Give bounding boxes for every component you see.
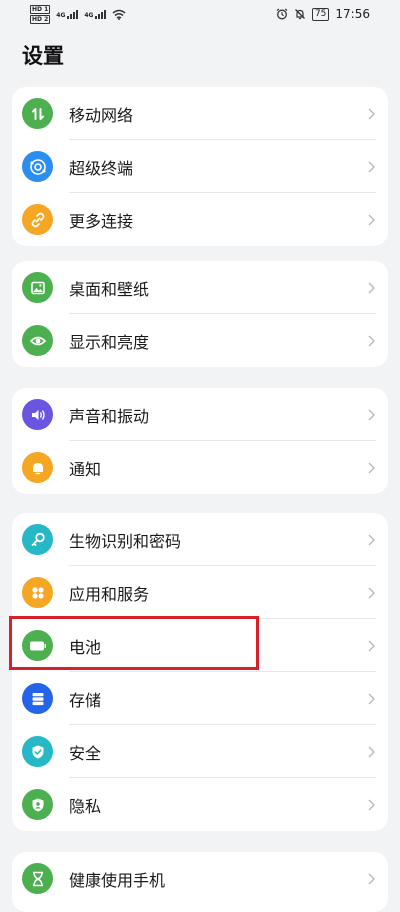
settings-item-wallpaper[interactable]: 桌面和壁纸 — [12, 261, 388, 314]
signal-bars-icon — [67, 9, 79, 19]
settings-item-notifications[interactable]: 通知 — [12, 441, 388, 494]
chevron-right-icon — [366, 672, 376, 725]
wallpaper-icon — [22, 272, 53, 303]
chevron-right-icon — [366, 619, 376, 672]
settings-item-label: 安全 — [69, 743, 102, 763]
privacy-icon — [22, 789, 53, 820]
settings-item-label: 更多连接 — [69, 211, 134, 231]
settings-group-system: 生物识别和密码 应用和服务 电池 存储 安全 隐私 — [12, 513, 388, 831]
mute-notification-icon — [294, 9, 305, 20]
signal-2: 4G — [84, 9, 107, 19]
settings-item-biometrics-password[interactable]: 生物识别和密码 — [12, 513, 388, 566]
chevron-right-icon — [366, 314, 376, 367]
chevron-right-icon — [366, 852, 376, 905]
battery-level-badge: 75 — [311, 7, 330, 21]
settings-item-storage[interactable]: 存储 — [12, 672, 388, 725]
settings-item-sound-vibration[interactable]: 声音和振动 — [12, 388, 388, 441]
signal-1: 4G — [56, 9, 79, 19]
settings-item-label: 显示和亮度 — [69, 332, 150, 352]
settings-item-more-connections[interactable]: 更多连接 — [12, 193, 388, 246]
mobile-data-icon — [22, 98, 53, 129]
chevron-right-icon — [366, 441, 376, 494]
settings-item-label: 移动网络 — [69, 105, 134, 125]
settings-item-label: 健康使用手机 — [69, 870, 166, 890]
settings-item-label: 生物识别和密码 — [69, 531, 182, 551]
chevron-right-icon — [366, 388, 376, 441]
hd1-badge: HD 1 — [30, 4, 51, 14]
wifi-icon — [113, 9, 126, 20]
settings-item-privacy[interactable]: 隐私 — [12, 778, 388, 831]
highlight-box — [9, 616, 259, 670]
settings-item-label: 应用和服务 — [69, 584, 150, 604]
settings-item-security[interactable]: 安全 — [12, 725, 388, 778]
settings-item-label: 存储 — [69, 690, 102, 710]
settings-item-apps-services[interactable]: 应用和服务 — [12, 566, 388, 619]
storage-icon — [22, 683, 53, 714]
settings-item-label: 桌面和壁纸 — [69, 279, 150, 299]
chevron-right-icon — [366, 87, 376, 140]
signal-bars-icon — [95, 9, 107, 19]
chevron-right-icon — [366, 513, 376, 566]
chevron-right-icon — [366, 261, 376, 314]
super-device-icon — [22, 151, 53, 182]
net2-label: 4G — [84, 12, 94, 19]
shield-icon — [22, 736, 53, 767]
settings-item-digital-balance[interactable]: 健康使用手机 — [12, 852, 388, 905]
settings-group-display: 桌面和壁纸 显示和亮度 — [12, 261, 388, 367]
net1-label: 4G — [56, 12, 66, 19]
chevron-right-icon — [366, 566, 376, 619]
settings-item-label: 声音和振动 — [69, 406, 150, 426]
status-time: 17:56 — [335, 7, 370, 21]
alarm-icon — [276, 8, 288, 20]
apps-icon — [22, 577, 53, 608]
settings-item-super-device[interactable]: 超级终端 — [12, 140, 388, 193]
settings-item-display-brightness[interactable]: 显示和亮度 — [12, 314, 388, 367]
settings-group-connectivity: 移动网络 超级终端 更多连接 — [12, 87, 388, 246]
chevron-right-icon — [366, 725, 376, 778]
hourglass-icon — [22, 863, 53, 894]
chevron-right-icon — [366, 140, 376, 193]
settings-item-label: 通知 — [69, 459, 102, 479]
settings-group-sound: 声音和振动 通知 — [12, 388, 388, 494]
settings-item-label: 超级终端 — [69, 158, 134, 178]
key-icon — [22, 524, 53, 555]
settings-item-label: 隐私 — [69, 796, 102, 816]
hd2-badge: HD 2 — [30, 14, 51, 24]
link-icon — [22, 204, 53, 235]
hd-indicator: HD 1 HD 2 — [30, 4, 51, 24]
page-title: 设置 — [22, 44, 64, 68]
chevron-right-icon — [366, 193, 376, 246]
speaker-icon — [22, 399, 53, 430]
settings-item-mobile-network[interactable]: 移动网络 — [12, 87, 388, 140]
bell-icon — [22, 452, 53, 483]
settings-group-wellbeing: 健康使用手机 — [12, 852, 388, 912]
eye-icon — [22, 325, 53, 356]
chevron-right-icon — [366, 778, 376, 831]
status-bar: HD 1 HD 2 4G 4G 75 17:56 — [0, 0, 400, 28]
